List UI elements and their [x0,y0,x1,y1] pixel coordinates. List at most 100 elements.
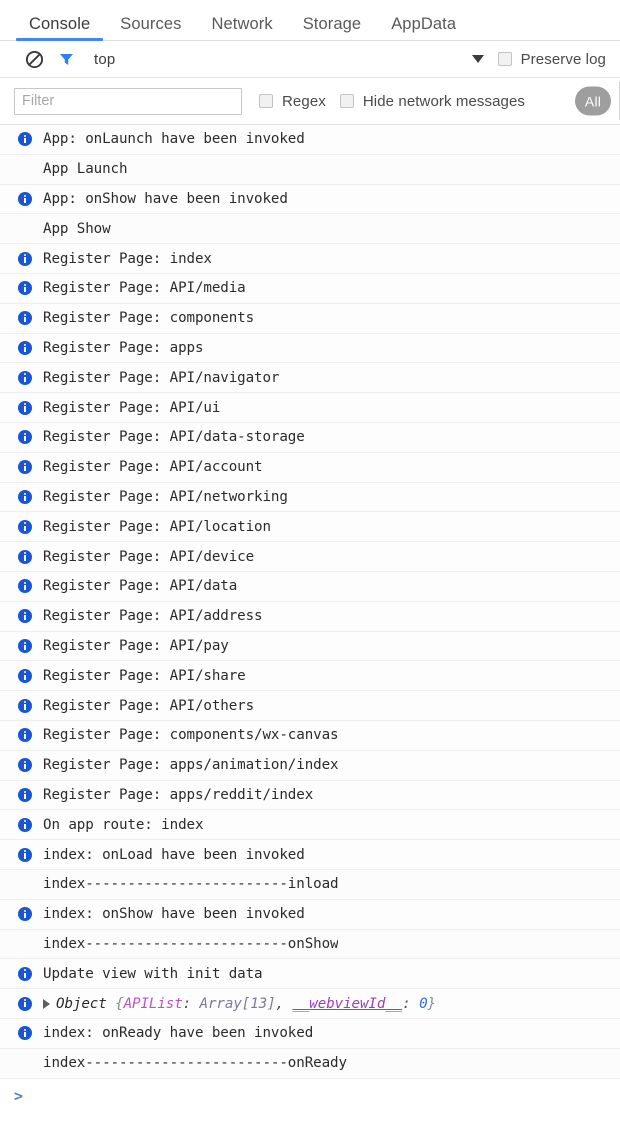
console-message-text: On app route: index [43,816,204,833]
console-message-row[interactable]: index: onShow have been invoked [0,899,620,930]
console-message-text: App: onShow have been invoked [43,190,288,207]
filter-funnel-icon[interactable] [54,47,78,71]
console-message-row[interactable]: App: onShow have been invoked [0,184,620,215]
console-message-text: index------------------------inload [43,876,339,893]
console-message-row[interactable]: Register Page: API/data [0,571,620,602]
console-message-text: Register Page: apps [43,339,204,356]
console-message-row[interactable]: App Show [0,214,620,245]
regex-checkbox[interactable] [259,94,273,108]
hide-network-messages-checkbox[interactable] [339,94,354,108]
console-message-row[interactable]: index------------------------inload [0,869,620,900]
console-message-row[interactable]: Register Page: API/data-storage [0,422,620,453]
console-message-row[interactable]: Register Page: API/share [0,661,620,692]
object-open-brace: { [115,995,124,1012]
tab-sources[interactable]: Sources [105,15,196,41]
console-message-row[interactable]: Register Page: API/address [0,601,620,632]
console-message-text: Register Page: API/data-storage [43,429,305,446]
console-message-list[interactable]: App: onLaunch have been invoked App Launc… [0,125,620,1133]
console-message-text: Register Page: index [43,250,212,267]
console-message-text: Register Page: API/ui [43,399,221,416]
info-icon [18,340,32,355]
console-message-row[interactable]: Register Page: API/networking [0,482,620,513]
object-preview: Object {APIList: Array[13], __webviewId_… [56,996,436,1012]
console-message-row[interactable]: Register Page: index [0,244,620,274]
console-message-row[interactable]: Register Page: components/wx-canvas [0,720,620,751]
info-icon [18,787,32,802]
object-comma: , [275,995,293,1012]
tab-appdata[interactable]: AppData [376,15,471,41]
console-message-text: App Show [43,220,111,237]
console-message-row[interactable]: Register Page: apps/reddit/index [0,780,620,811]
console-message-row[interactable]: Register Page: API/account [0,452,620,483]
console-message-row[interactable]: Register Page: API/location [0,512,620,543]
console-message-text: Register Page: API/location [43,518,271,535]
chevron-down-icon[interactable] [471,55,484,63]
info-icon [18,638,32,653]
info-icon [18,489,32,504]
console-prompt-row[interactable]: > [0,1078,620,1113]
info-icon [18,311,32,326]
info-icon [18,847,32,862]
console-message-text: index: onShow have been invoked [43,906,305,923]
console-message-text: Register Page: API/account [43,459,263,476]
clear-console-icon[interactable] [22,47,46,71]
preserve-log-control[interactable]: Preserve log [497,50,606,68]
devtools-console-panel: Console Sources Network Storage AppData … [0,0,620,1133]
console-message-text: Register Page: apps/reddit/index [43,786,314,803]
info-icon [18,519,32,534]
preserve-log-label: Preserve log [520,50,606,68]
info-icon [18,668,32,683]
console-message-row[interactable]: App Launch [0,154,620,185]
disclosure-triangle-icon[interactable] [43,998,50,1009]
object-separator-2: : [402,995,420,1012]
console-message-row[interactable]: Register Page: API/pay [0,631,620,662]
console-message-text: Register Page: components [43,310,255,327]
console-message-row[interactable]: Register Page: API/navigator [0,363,620,394]
regex-control[interactable]: Regex [259,93,326,110]
hide-network-messages-control[interactable]: Hide network messages [339,93,525,110]
tab-console[interactable]: Console [14,15,105,41]
object-type-name: Object [56,995,107,1012]
regex-label: Regex [282,92,326,110]
console-message-row[interactable]: index------------------------onShow [0,929,620,960]
console-message-row[interactable]: Register Page: API/device [0,542,620,572]
console-message-row[interactable]: Register Page: API/media [0,273,620,304]
console-message-text: Register Page: apps/animation/index [43,757,339,774]
execution-context-label[interactable]: top [94,51,115,68]
console-message-row[interactable]: On app route: index [0,810,620,841]
console-message-row[interactable]: Register Page: API/others [0,691,620,721]
console-message-text: Register Page: API/others [43,697,255,714]
console-message-row[interactable]: Register Page: apps [0,333,620,364]
info-icon [18,966,32,981]
devtools-tab-bar: Console Sources Network Storage AppData [0,0,620,41]
filter-input[interactable] [14,87,242,115]
info-icon [18,191,32,206]
console-message-row[interactable]: Update view with init data [0,959,620,990]
info-icon [18,430,32,445]
console-message-row[interactable]: index: onReady have been invoked [0,1018,620,1049]
console-object-row[interactable]: Object {APIList: Array[13], __webviewId_… [0,989,620,1019]
console-message-text: Register Page: API/pay [43,637,229,654]
preserve-log-checkbox[interactable] [497,52,512,66]
console-message-row[interactable]: App: onLaunch have been invoked [0,125,620,155]
info-icon [18,549,32,564]
console-message-text: Register Page: API/data [43,578,238,595]
info-icon [18,996,32,1011]
console-message-row[interactable]: index: onLoad have been invoked [0,840,620,870]
tab-network[interactable]: Network [196,15,287,41]
console-filter-bar: Regex Hide network messages All [0,78,620,125]
info-icon [18,370,32,385]
console-message-row[interactable]: index------------------------onReady [0,1048,620,1079]
console-message-row[interactable]: Register Page: apps/animation/index [0,750,620,781]
object-key-webviewid: __webviewId__ [292,995,403,1012]
level-filter-all-button[interactable]: All [575,86,611,116]
object-value-webviewid: 0 [419,995,428,1012]
console-message-row[interactable]: Register Page: API/ui [0,393,620,423]
console-message-text: Update view with init data [43,965,263,982]
console-message-text: Register Page: API/media [43,280,246,297]
console-message-text: Register Page: API/address [43,608,263,625]
info-icon [18,758,32,773]
console-message-row[interactable]: Register Page: components [0,303,620,334]
tab-storage[interactable]: Storage [288,15,377,41]
info-icon [18,698,32,713]
